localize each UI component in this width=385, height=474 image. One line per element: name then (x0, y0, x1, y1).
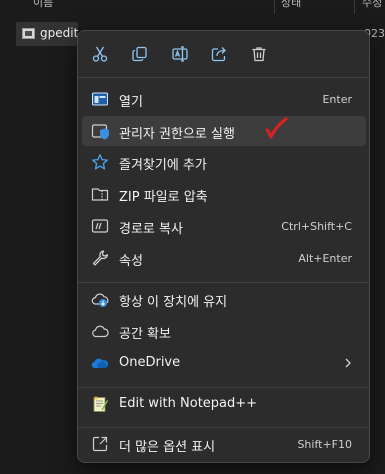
shield-icon (91, 122, 109, 140)
zip-folder-icon (91, 185, 109, 203)
menu-item-shortcut: Shift+F10 (297, 438, 352, 451)
trash-icon (252, 47, 266, 62)
star-icon (91, 153, 109, 171)
menu-divider (78, 427, 369, 428)
menu-item-always-keep-on-device[interactable]: 항상 이 장치에 유지 (82, 284, 366, 314)
copy-path-icon (91, 217, 109, 235)
menu-item-label: 즐겨찾기에 추가 (119, 158, 207, 173)
red-checkmark-annotation (265, 117, 288, 139)
menu-item-edit-with-notepad-plus-plus[interactable]: Edit with Notepad++ (82, 389, 366, 419)
msc-file-icon (22, 28, 35, 39)
menu-item-label: 더 많은 옵션 표시 (119, 440, 216, 455)
menu-item-shortcut: Enter (322, 93, 352, 106)
menu-item-label: Edit with Notepad++ (119, 396, 258, 411)
menu-item-shortcut: Alt+Enter (298, 252, 352, 265)
cloud-icon (91, 322, 109, 340)
menu-item-properties[interactable]: 속성 Alt+Enter (82, 243, 366, 273)
rename-button[interactable] (165, 40, 195, 68)
menu-divider (78, 387, 369, 388)
chevron-right-icon (342, 355, 354, 369)
menu-item-show-more-options[interactable]: 더 많은 옵션 표시 Shift+F10 (82, 429, 366, 459)
column-header-name[interactable]: 이름 (33, 0, 53, 10)
menu-item-open[interactable]: 열기 Enter (82, 84, 366, 114)
notepad-plus-plus-icon (91, 395, 109, 413)
column-header-modified[interactable]: 수정 (362, 0, 382, 10)
menu-item-run-as-admin[interactable]: 관리자 권한으로 실행 (82, 116, 366, 146)
open-app-icon (91, 90, 109, 108)
onedrive-icon (91, 354, 109, 372)
menu-divider (78, 77, 369, 78)
menu-item-label: 열기 (119, 95, 143, 110)
menu-item-label: 관리자 권한으로 실행 (119, 127, 235, 142)
file-row-gpedit[interactable]: gpedit (16, 22, 78, 46)
menu-item-shortcut: Ctrl+Shift+C (281, 220, 352, 233)
menu-item-label: ZIP 파일로 압축 (119, 190, 208, 205)
menu-item-compress-zip[interactable]: ZIP 파일로 압축 (82, 179, 366, 209)
menu-item-label: OneDrive (119, 355, 181, 370)
copy-icon (132, 46, 147, 62)
rename-icon (172, 46, 188, 62)
menu-item-copy-as-path[interactable]: 경로로 복사 Ctrl+Shift+C (82, 211, 366, 241)
more-options-icon (91, 435, 109, 453)
column-separator (354, 0, 355, 14)
file-name: gpedit (40, 26, 79, 40)
menu-item-label: 경로로 복사 (119, 222, 183, 237)
explorer-header: 이름 상태 수정 (0, 0, 385, 14)
menu-item-free-up-space[interactable]: 공간 확보 (82, 316, 366, 346)
menu-item-onedrive[interactable]: OneDrive (82, 348, 366, 378)
cloud-download-icon (91, 290, 109, 308)
context-menu: 열기 Enter 관리자 권한으로 실행 즐겨찾기에 추가 ZIP 파일로 압축… (77, 30, 370, 463)
menu-divider (78, 282, 369, 283)
wrench-icon (91, 249, 109, 267)
menu-item-label: 공간 확보 (119, 327, 171, 342)
menu-item-label: 속성 (119, 254, 143, 269)
column-header-status[interactable]: 상태 (281, 0, 301, 10)
copy-button[interactable] (125, 40, 155, 68)
share-icon (211, 47, 226, 62)
cut-button[interactable] (85, 40, 115, 68)
scissors-icon (92, 46, 108, 62)
menu-item-add-to-favorites[interactable]: 즐겨찾기에 추가 (82, 147, 366, 177)
share-button[interactable] (204, 40, 234, 68)
delete-button[interactable] (244, 40, 274, 68)
menu-item-label: 항상 이 장치에 유지 (119, 295, 228, 310)
column-separator (274, 0, 275, 14)
